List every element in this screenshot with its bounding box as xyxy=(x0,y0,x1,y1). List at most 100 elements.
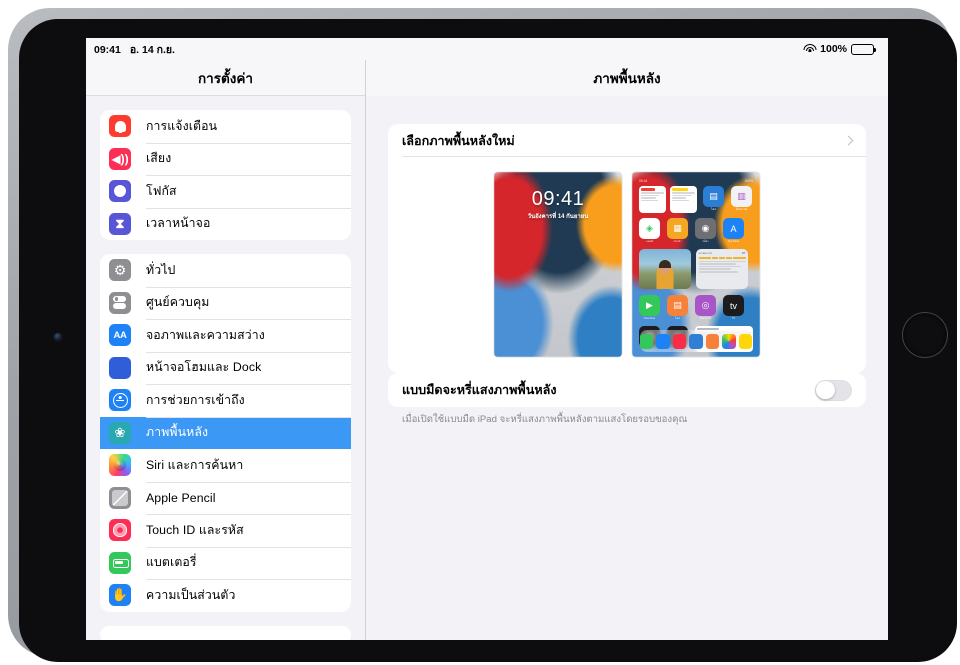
wallpaper-previews: 09:41 วันอังคารที่ 14 กันยายน 09:41 100% xyxy=(388,157,866,373)
sidebar-item-label: โฟกัส xyxy=(146,183,177,198)
sidebar-item-siri-search[interactable]: Siri และการค้นหา xyxy=(100,449,351,482)
choose-new-wallpaper-row[interactable]: เลือกภาพพื้นหลังใหม่ xyxy=(388,124,866,157)
home-screen-content: 09:41 100% ▤ ไฟล์ ▥ พ็อดคาสท์ ◈ แผนที่ ▦… xyxy=(632,172,760,357)
dock-icon-music xyxy=(672,333,687,349)
sidebar-item-label: หน้าจอโฮมและ Dock xyxy=(146,360,262,375)
sidebar-group-3-partial xyxy=(100,625,351,640)
split-view: การตั้งค่า การแจ้งเตือน ◀)) เสียง โฟกัส … xyxy=(86,60,888,640)
home-preview-large-widgets: สภาพอากาศ 28° xyxy=(639,249,753,289)
display-aa-icon: AA xyxy=(109,324,131,347)
photos-widget xyxy=(639,249,691,289)
sidebar-item-touch-id-passcode[interactable]: Touch ID และรหัส xyxy=(100,514,351,547)
wallpaper-icon: ❀ xyxy=(109,421,131,444)
ipad-device-frame: 09:41 อ. 14 ก.ย. 100% การตั้งค่า การแจ้ง… xyxy=(8,8,957,662)
status-date: อ. 14 ก.ย. xyxy=(129,43,175,56)
app-label: แผนที่ xyxy=(646,240,653,243)
home-preview-app-row-2: ▶ FaceTime ▤ ไฟล์ ◎ พ็อดคาสท์ tv TV xyxy=(639,295,753,321)
home-preview-widgets-row: ▤ ไฟล์ ▥ พ็อดคาสท์ xyxy=(639,186,753,213)
dock-icon-messages xyxy=(640,333,654,349)
app-label: พ็อดคาสท์ xyxy=(699,317,712,320)
app-label: FaceTime xyxy=(643,317,656,320)
wallpaper-card: เลือกภาพพื้นหลังใหม่ 09:41 วันอังคารที่ … xyxy=(388,124,866,373)
app-icon-camera: ◉ xyxy=(695,218,716,239)
app-icon-books: ▤ xyxy=(667,295,688,316)
hand-icon: ✋ xyxy=(109,584,131,607)
sidebar-item-general[interactable]: ⚙ ทั่วไป xyxy=(100,254,351,287)
sidebar-item-screen-time[interactable]: ⧗ เวลาหน้าจอ xyxy=(100,207,351,241)
hourglass-icon: ⧗ xyxy=(109,212,131,235)
app-label: ไฟล์ xyxy=(711,208,716,211)
sidebar-item-label: ภาพพื้นหลัง xyxy=(146,425,209,440)
home-preview-page-dots: • • xyxy=(694,323,698,327)
app-label: กระเป๋า xyxy=(673,240,682,243)
status-bar: 09:41 อ. 14 ก.ย. 100% xyxy=(86,38,888,60)
battery-icon xyxy=(851,43,877,55)
home-preview-status-bar: 09:41 100% xyxy=(639,179,753,183)
sidebar-item-label: การช่วยการเข้าถึง xyxy=(146,392,245,407)
sidebar-item-privacy[interactable]: ✋ ความเป็นส่วนตัว xyxy=(100,579,351,612)
lock-screen-preview[interactable]: 09:41 วันอังคารที่ 14 กันยายน xyxy=(494,172,622,357)
app-icon-podcasts-2: ◎ xyxy=(695,295,716,316)
front-camera-icon xyxy=(54,333,62,341)
sidebar-item-label: การแจ้งเตือน xyxy=(146,118,218,133)
sidebar-item-label: ทั่วไป xyxy=(146,262,176,277)
gear-icon: ⚙ xyxy=(109,259,131,282)
sidebar-item-label: จอภาพและความสว่าง xyxy=(146,327,265,342)
choose-new-wallpaper-label: เลือกภาพพื้นหลังใหม่ xyxy=(402,133,515,148)
home-button[interactable] xyxy=(902,312,948,358)
dark-appearance-row: แบบมืดจะหรี่แสงภาพพื้นหลัง xyxy=(388,373,866,407)
app-label: TV xyxy=(731,317,736,320)
accessibility-icon xyxy=(109,389,131,412)
detail-title: ภาพพื้นหลัง xyxy=(366,60,888,96)
home-preview-time: 09:41 xyxy=(639,179,648,183)
sidebar-item-display-brightness[interactable]: AA จอภาพและความสว่าง xyxy=(100,319,351,352)
sidebar-scroll-area[interactable]: การแจ้งเตือน ◀)) เสียง โฟกัส ⧗ เวลาหน้าจ… xyxy=(86,110,365,640)
lock-preview-date: วันอังคารที่ 14 กันยายน xyxy=(527,214,589,220)
control-center-icon xyxy=(109,291,131,314)
dock-icon-safari xyxy=(656,333,670,349)
home-preview-app-row-1: ◈ แผนที่ ▦ กระเป๋า ◉ กล้อง A App Store xyxy=(639,218,753,244)
speaker-icon: ◀)) xyxy=(109,147,131,170)
dark-appearance-card: แบบมืดจะหรี่แสงภาพพื้นหลัง xyxy=(388,373,866,407)
home-screen-preview[interactable]: 09:41 100% ▤ ไฟล์ ▥ พ็อดคาสท์ ◈ แผนที่ ▦… xyxy=(632,172,760,357)
home-preview-dock xyxy=(640,330,752,352)
dark-appearance-toggle[interactable] xyxy=(815,379,852,401)
app-icon-app-store: A xyxy=(723,218,744,239)
app-label: App Store xyxy=(727,240,740,243)
weather-widget-title: สภาพอากาศ xyxy=(698,251,712,255)
chevron-right-icon xyxy=(843,135,854,146)
app-icon-maps: ◈ xyxy=(639,218,660,239)
sidebar-item-sounds[interactable]: ◀)) เสียง xyxy=(100,142,351,176)
dock-icon-photos xyxy=(722,333,736,349)
ipad-screen: 09:41 อ. 14 ก.ย. 100% การตั้งค่า การแจ้ง… xyxy=(86,38,888,640)
sidebar-item-control-center[interactable]: ศูนย์ควบคุม xyxy=(100,286,351,320)
siri-icon xyxy=(109,454,131,477)
home-preview-battery: 100% xyxy=(744,179,753,183)
sidebar-item-home-screen-dock[interactable]: หน้าจอโฮมและ Dock xyxy=(100,351,351,385)
status-bar-right: 100% xyxy=(803,43,877,55)
sidebar-item-label: Apple Pencil xyxy=(146,490,216,505)
notes-widget xyxy=(670,186,697,213)
sidebar-item-label: เวลาหน้าจอ xyxy=(146,216,211,231)
app-label: ไฟล์ xyxy=(675,317,680,320)
bell-icon xyxy=(109,115,131,138)
dock-icon-calculator xyxy=(705,333,720,349)
app-icon-files: ▤ xyxy=(703,186,724,207)
dock-icon-mail xyxy=(689,333,703,349)
sidebar-group-1: การแจ้งเตือน ◀)) เสียง โฟกัส ⧗ เวลาหน้าจ… xyxy=(100,110,351,240)
sidebar-item-focus[interactable]: โฟกัส xyxy=(100,175,351,208)
sidebar-item-wallpaper[interactable]: ❀ ภาพพื้นหลัง xyxy=(100,416,351,449)
sidebar-item-notifications[interactable]: การแจ้งเตือน xyxy=(100,110,351,143)
app-icon-wallet: ▦ xyxy=(667,218,688,239)
app-icon-tv: tv xyxy=(723,295,744,316)
battery-percent-label: 100% xyxy=(820,43,847,55)
sidebar-title: การตั้งค่า xyxy=(86,60,365,96)
sidebar-item-label: Siri และการค้นหา xyxy=(146,457,244,472)
pencil-icon xyxy=(109,486,131,509)
sidebar-item-battery[interactable]: แบตเตอรี่ xyxy=(100,546,351,580)
sidebar-item-accessibility[interactable]: การช่วยการเข้าถึง xyxy=(100,384,351,417)
dark-appearance-footnote: เมื่อเปิดใช้แบบมืด iPad จะหรี่แสงภาพพื้น… xyxy=(402,414,688,425)
sidebar-item-apple-pencil[interactable]: Apple Pencil xyxy=(100,481,351,515)
lock-preview-time: 09:41 xyxy=(531,188,585,210)
status-bar-left: 09:41 อ. 14 ก.ย. xyxy=(94,41,175,58)
